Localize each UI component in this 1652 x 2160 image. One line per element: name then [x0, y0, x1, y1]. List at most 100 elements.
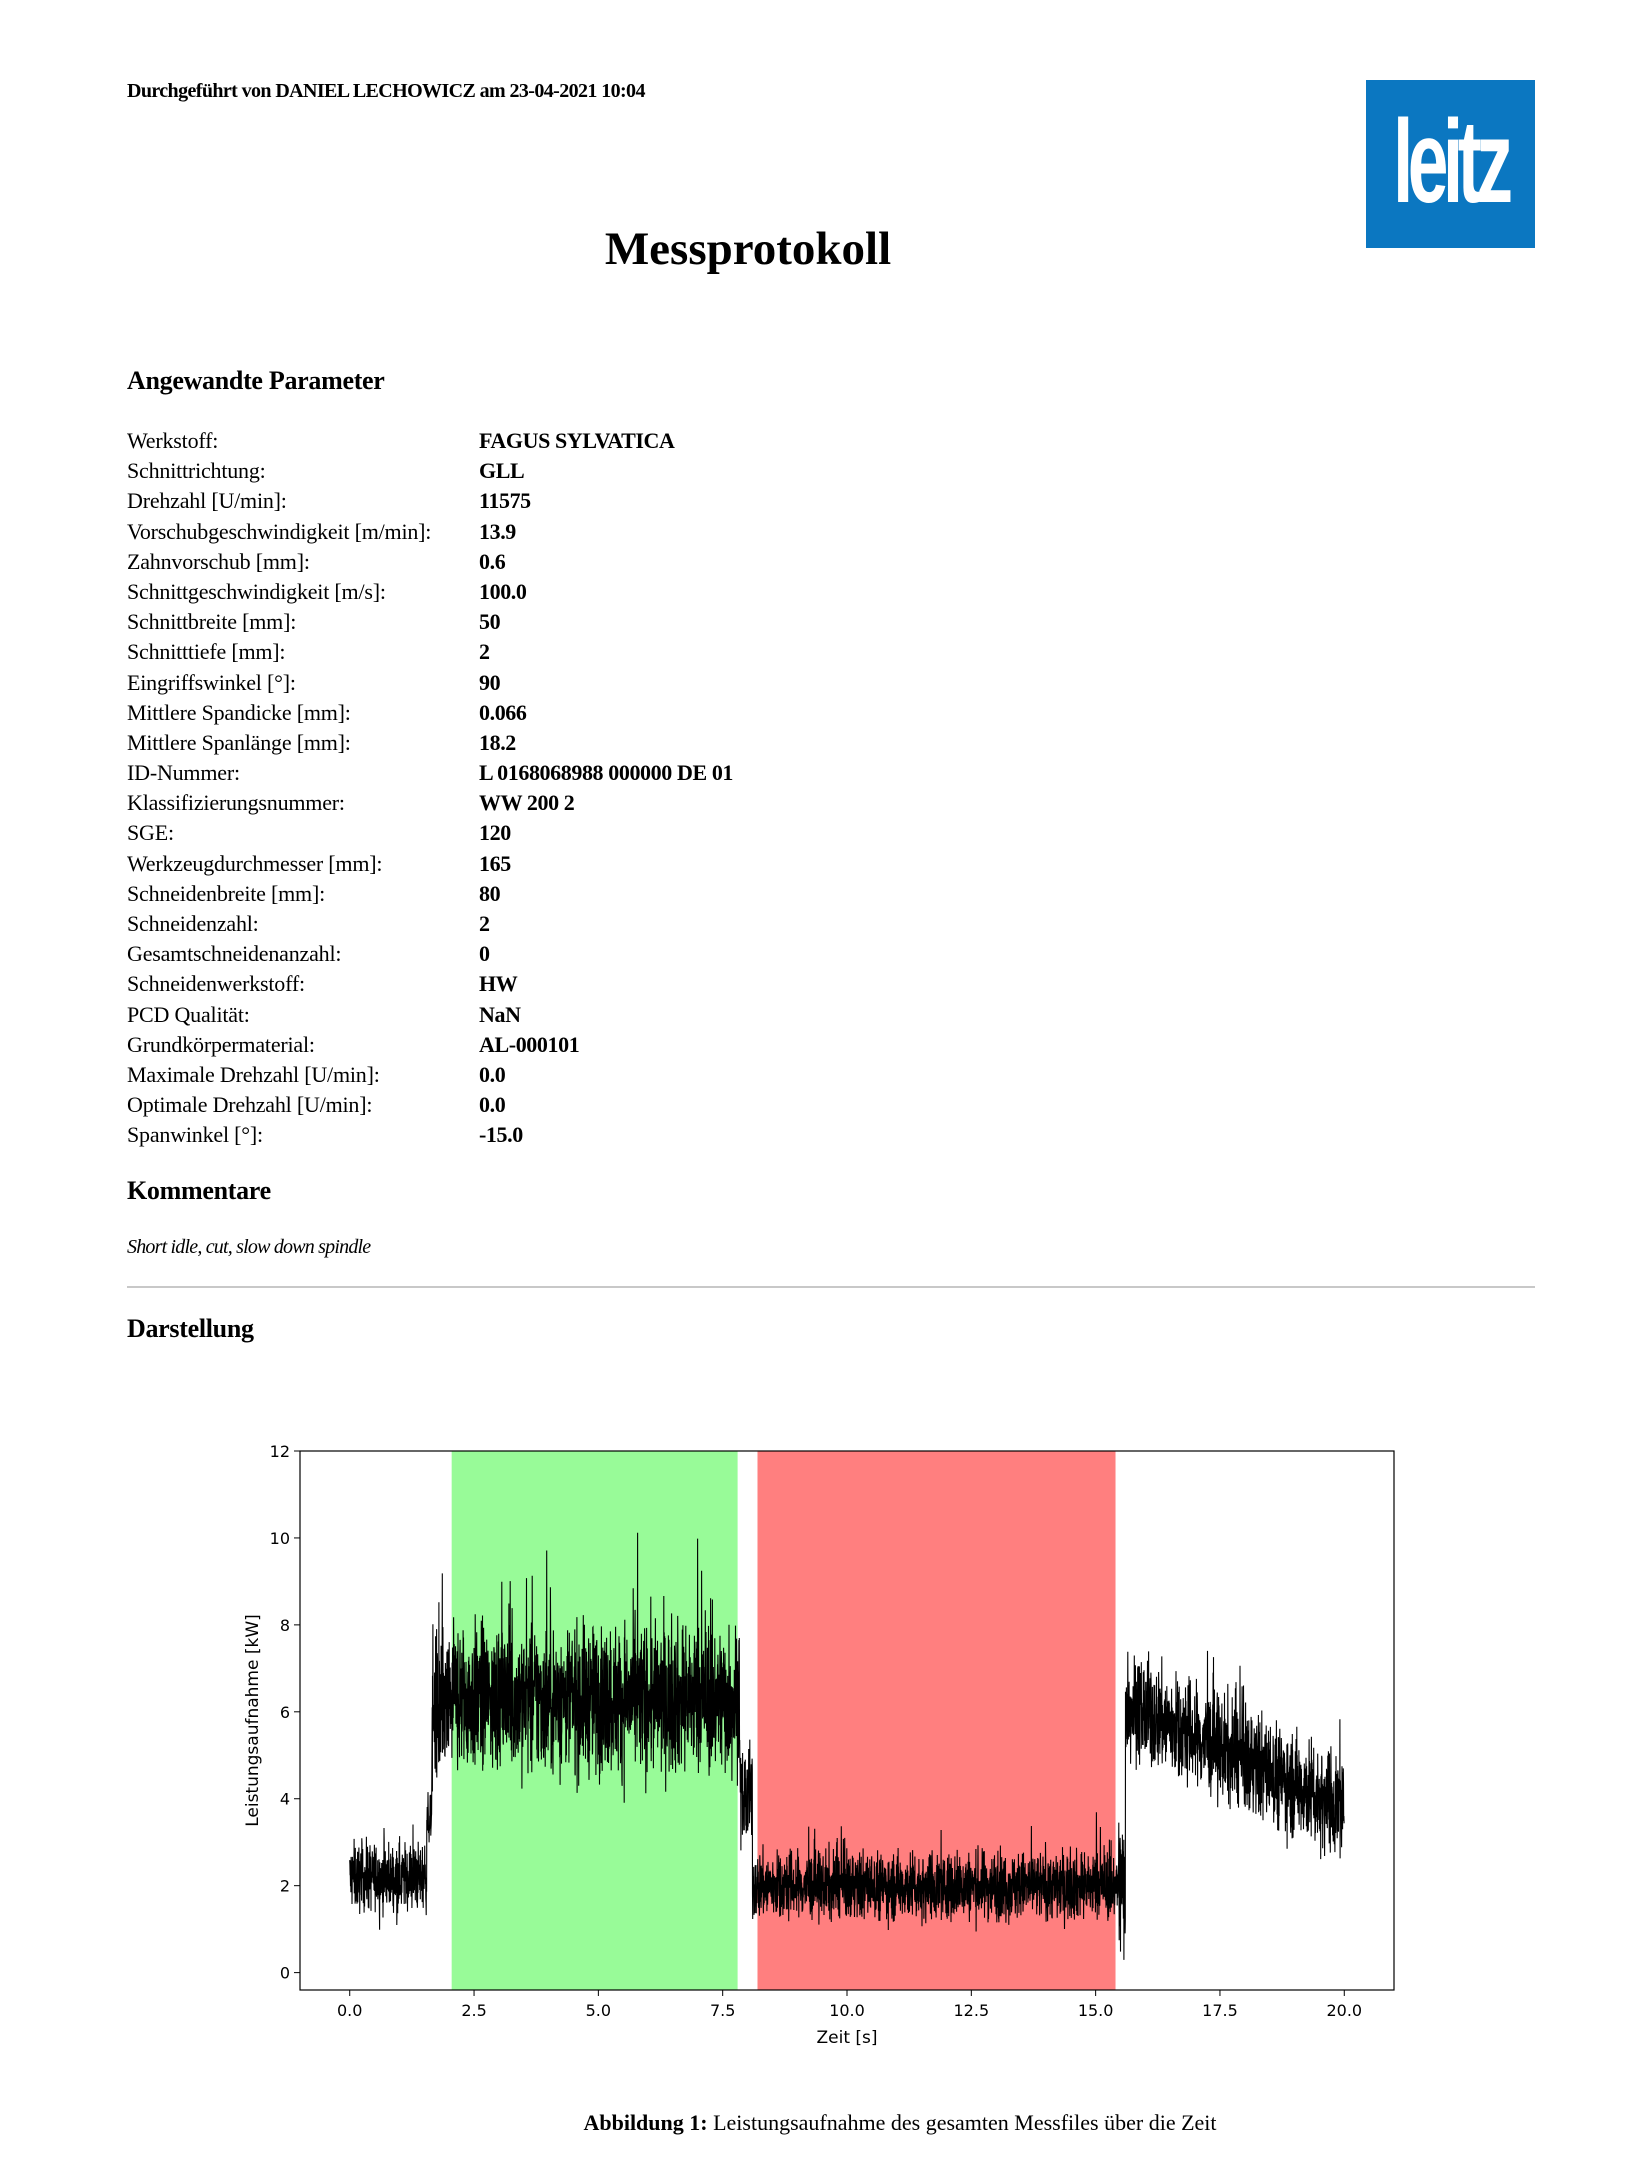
section-divider	[127, 1286, 1535, 1288]
parameter-label: Klassifizierungsnummer:	[127, 790, 345, 816]
parameter-row: Vorschubgeschwindigkeit [m/min]: 13.9	[127, 517, 733, 547]
parameter-value: WW 200 2	[479, 790, 575, 816]
parameter-row: Werkstoff: FAGUS SYLVATICA	[127, 426, 733, 456]
parameter-label: ID-Nummer:	[127, 760, 240, 786]
y-tick-label: 2	[280, 1877, 290, 1896]
parameter-label: Grundkörpermaterial:	[127, 1031, 315, 1057]
parameter-row: SGE: 120	[127, 818, 733, 848]
parameter-value: 0.0	[479, 1092, 506, 1118]
parameter-label: Werkstoff:	[127, 428, 219, 453]
parameter-value: 0.0	[479, 1061, 506, 1087]
parameter-value: 0	[479, 941, 490, 967]
parameter-label: Mittlere Spandicke [mm]:	[127, 699, 351, 725]
caption-text: Leistungsaufnahme des gesamten Messfiles…	[713, 2110, 1217, 2135]
parameter-label: Schnittrichtung:	[127, 458, 266, 484]
parameter-row: Schnittrichtung: GLL	[127, 456, 733, 486]
parameter-label: Schneidenzahl:	[127, 911, 259, 936]
parameter-row: Zahnvorschub [mm]: 0.6	[127, 547, 733, 577]
x-tick-label: 2.5	[461, 2001, 486, 2020]
parameter-label: Schneidenbreite [mm]:	[127, 880, 326, 906]
parameter-value: AL-000101	[479, 1031, 580, 1057]
parameter-value: FAGUS SYLVATICA	[479, 428, 675, 453]
parameter-row: Spanwinkel [°]: -15.0	[127, 1120, 733, 1150]
parameter-value: 2	[479, 639, 490, 665]
parameter-row: Schneidenzahl: 2	[127, 909, 733, 939]
parameter-value: 80	[479, 880, 501, 906]
parameter-row: Grundkörpermaterial: AL-000101	[127, 1030, 733, 1060]
parameter-label: Werkzeugdurchmesser [mm]:	[127, 850, 383, 876]
caption-label: Abbildung 1:	[583, 2110, 708, 2135]
x-tick-label: 20.0	[1326, 2001, 1362, 2020]
parameter-label: Gesamtschneidenanzahl:	[127, 941, 342, 967]
x-tick-label: 10.0	[829, 2001, 865, 2020]
parameter-value: GLL	[479, 458, 525, 484]
parameter-label: Vorschubgeschwindigkeit [m/min]:	[127, 518, 432, 544]
comment-text: Short idle, cut, slow down spindle	[127, 1236, 371, 1258]
parameter-value: -15.0	[479, 1122, 523, 1148]
parameter-value: L 0168068988 000000 DE 01	[479, 760, 734, 786]
parameter-row: Schnitttiefe [mm]: 2	[127, 637, 733, 667]
display-heading: Darstellung	[127, 1314, 254, 1343]
power-chart: 0 2 4 6 8 10 12 0.0 2.5 5.0 7.5 10.0 12.5 15.0 17.5 20.…	[230, 1440, 1430, 2085]
parameter-value: 0.6	[479, 548, 506, 574]
x-tick-label: 17.5	[1202, 2001, 1238, 2020]
parameter-label: PCD Qualität:	[127, 1001, 250, 1027]
parameter-value: NaN	[479, 1001, 521, 1027]
parameter-value: 0.066	[479, 699, 527, 725]
parameter-row: Schneidenbreite [mm]: 80	[127, 879, 733, 909]
parameter-row: Mittlere Spanlänge [mm]: 18.2	[127, 728, 733, 758]
parameter-value: 2	[479, 911, 490, 936]
parameter-label: Zahnvorschub [mm]:	[127, 548, 310, 574]
parameter-value: 11575	[479, 488, 531, 514]
parameter-label: Eingriffswinkel [°]:	[127, 669, 296, 695]
parameter-row: Eingriffswinkel [°]: 90	[127, 668, 733, 698]
page-title: Messprotokoll	[604, 223, 892, 275]
x-tick-label: 15.0	[1078, 2001, 1114, 2020]
parameter-value: 120	[479, 820, 511, 846]
y-tick-label: 6	[280, 1703, 290, 1722]
x-tick-label: 7.5	[710, 2001, 735, 2020]
x-axis-label: Zeit [s]	[816, 2028, 877, 2048]
parameter-row: Schneidenwerkstoff: HW	[127, 969, 733, 999]
logo-text: leitz	[1393, 96, 1513, 228]
parameters-table: Werkstoff: FAGUS SYLVATICA Schnittrichtung…	[127, 426, 733, 1151]
parameter-row: Klassifizierungsnummer: WW 200 2	[127, 788, 733, 818]
y-axis-label: Leistungsaufnahme [kW]	[243, 1614, 263, 1827]
parameter-row: Schnittbreite [mm]: 50	[127, 607, 733, 637]
parameter-label: Optimale Drehzahl [U/min]:	[127, 1092, 373, 1118]
parameter-label: Spanwinkel [°]:	[127, 1122, 263, 1148]
parameter-value: 90	[479, 669, 501, 695]
parameter-value: 165	[479, 850, 511, 876]
parameter-label: SGE:	[127, 820, 174, 846]
parameter-label: Schnitttiefe [mm]:	[127, 639, 286, 665]
y-tick-label: 12	[270, 1442, 290, 1461]
figure-caption: Abbildung 1: Leistungsaufnahme des gesam…	[0, 2110, 1652, 2136]
parameter-label: Mittlere Spanlänge [mm]:	[127, 729, 351, 755]
x-tick-label: 12.5	[954, 2001, 990, 2020]
parameter-row: Optimale Drehzahl [U/min]: 0.0	[127, 1090, 733, 1120]
parameter-value: 13.9	[479, 518, 516, 544]
parameter-row: Maximale Drehzahl [U/min]: 0.0	[127, 1060, 733, 1090]
x-tick-label: 5.0	[586, 2001, 611, 2020]
parameter-row: Mittlere Spandicke [mm]: 0.066	[127, 698, 733, 728]
parameter-row: Gesamtschneidenanzahl: 0	[127, 939, 733, 969]
performed-by-line: Durchgeführt von DANIEL LECHOWICZ am 23-…	[127, 80, 645, 102]
parameter-row: Werkzeugdurchmesser [mm]: 165	[127, 849, 733, 879]
power-chart-svg: 0 2 4 6 8 10 12 0.0 2.5 5.0 7.5 10.0 12.5 15.0 17.5 20.…	[243, 1442, 1395, 2048]
y-tick-label: 8	[280, 1616, 290, 1635]
parameter-row: Drehzahl [U/min]: 11575	[127, 486, 733, 516]
parameter-label: Schnittgeschwindigkeit [m/s]:	[127, 578, 386, 604]
x-tick-label: 0.0	[337, 2001, 362, 2020]
parameter-label: Schneidenwerkstoff:	[127, 971, 305, 997]
parameter-row: ID-Nummer: L 0168068988 000000 DE 01	[127, 758, 733, 788]
comments-heading: Kommentare	[127, 1176, 271, 1205]
y-tick-label: 0	[280, 1964, 290, 1983]
y-tick-label: 10	[270, 1529, 290, 1548]
parameter-row: PCD Qualität: NaN	[127, 1000, 733, 1030]
parameters-heading: Angewandte Parameter	[127, 366, 385, 395]
parameter-value: 50	[479, 609, 501, 635]
parameter-row: Schnittgeschwindigkeit [m/s]: 100.0	[127, 577, 733, 607]
parameter-label: Schnittbreite [mm]:	[127, 609, 297, 635]
y-tick-label: 4	[280, 1790, 290, 1809]
parameter-value: 100.0	[479, 578, 527, 604]
